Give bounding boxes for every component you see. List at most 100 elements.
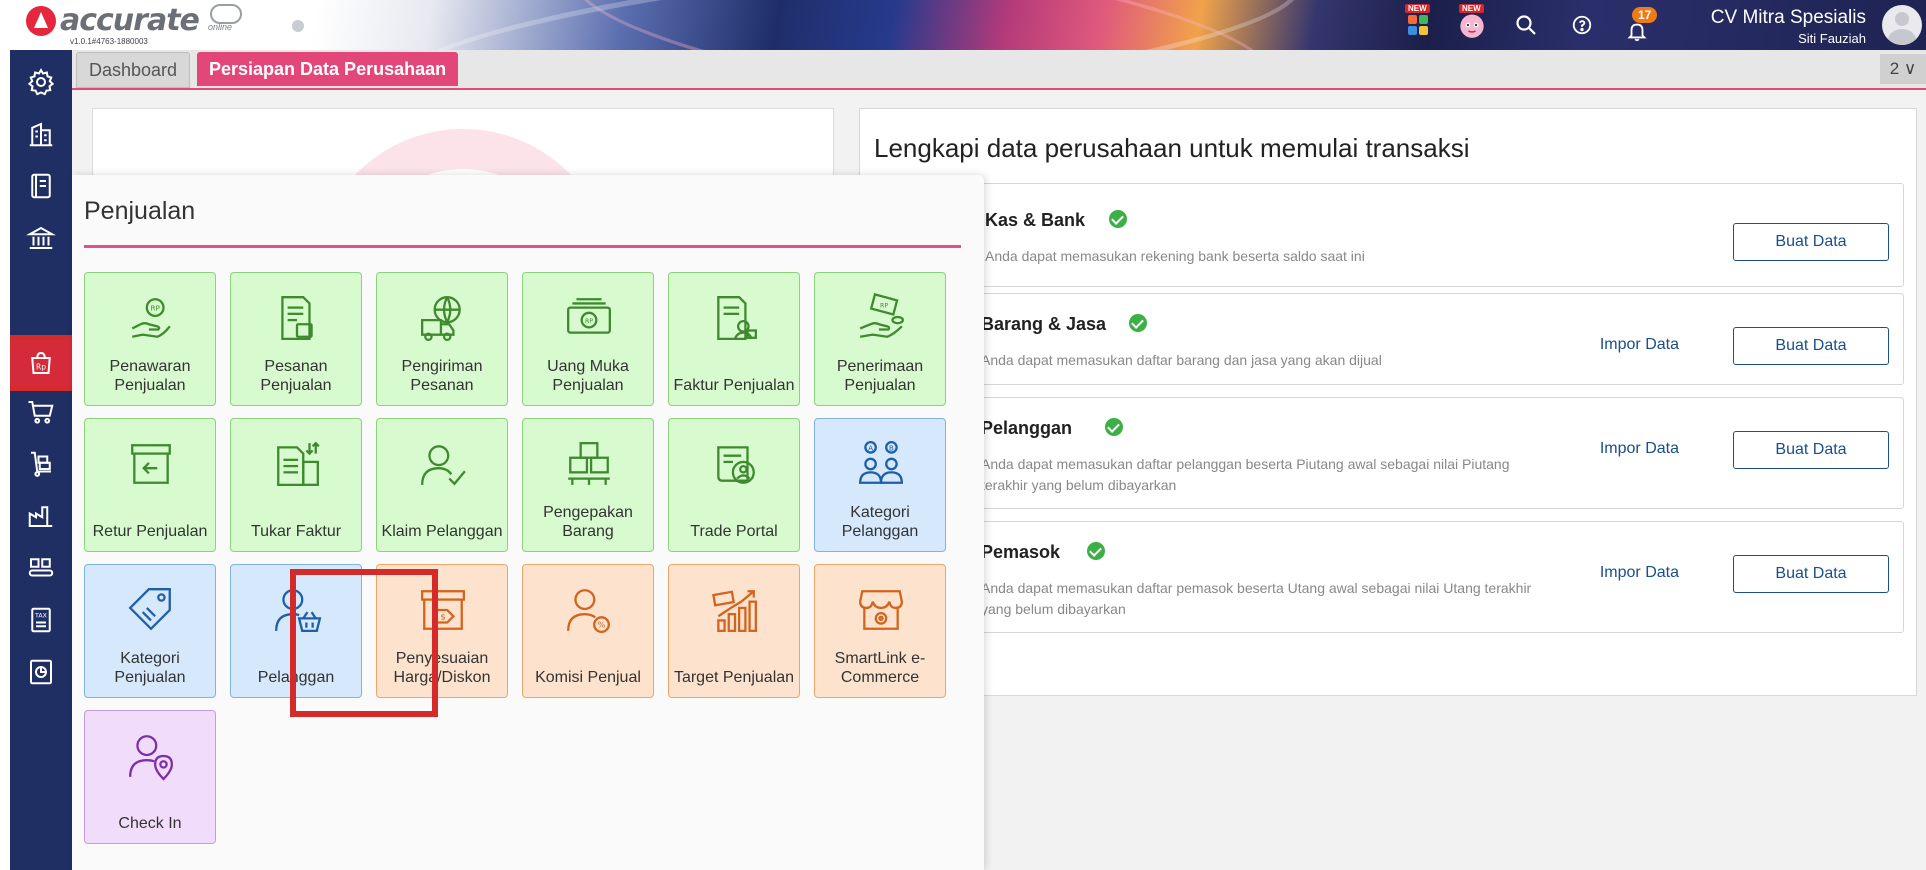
impor-data-button[interactable]: Impor Data [1600,336,1679,354]
tile-kategori-penjualan[interactable]: Kategori Penjualan [84,564,216,698]
tile-label: Pesanan Penjualan [260,358,332,394]
apps-grid-button[interactable]: NEW [1403,4,1433,40]
setup-card-pelanggan: Pelanggan Anda dapat memasukan daftar pe… [874,397,1904,509]
invoice-icon [717,296,757,340]
impor-data-button[interactable]: Impor Data [1600,564,1679,582]
sidebar-item-persediaan[interactable] [10,442,72,486]
setup-card-barang-jasa: Barang & Jasa Anda dapat memasukan dafta… [874,293,1904,385]
card-description: Anda dapat memasukan daftar pelanggan be… [981,456,1510,493]
report-chart-icon [30,659,52,685]
check-circle-icon [1087,542,1105,560]
sales-category-icon [128,588,171,631]
sidebar-item-company[interactable] [10,112,72,156]
tile-label: Trade Portal [690,523,778,540]
tile-label: Faktur Penjualan [673,377,795,394]
ledger-book-icon [31,173,51,199]
tile-klaim-pelanggan[interactable]: Klaim Pelanggan [376,418,508,552]
tile-label: Uang Muka Penjualan [547,358,629,394]
sidebar-item-ledger[interactable] [10,164,72,208]
sidebar-item-bank[interactable] [10,216,72,260]
impor-data-button[interactable]: Impor Data [1600,440,1679,458]
tile-penawaran-penjualan[interactable]: RP Penawaran Penjualan [84,272,216,406]
mascot-icon [1460,14,1484,38]
penjualan-menu: Penjualan RP Penawaran Penjualan Pesanan… [72,175,984,870]
open-tabs-dropdown[interactable]: 2 ∨ [1880,54,1926,84]
check-circle-icon [1105,418,1123,436]
tile-check-in[interactable]: Check In [84,710,216,844]
card-description: Anda dapat memasukan daftar barang dan j… [981,352,1382,368]
tile-tukar-faktur[interactable]: Tukar Faktur [230,418,362,552]
tile-trade-portal[interactable]: Trade Portal [668,418,800,552]
trade-portal-icon [717,446,755,484]
notification-count-badge: 17 [1632,7,1658,23]
building-icon [29,122,53,147]
tile-penerimaan-penjualan[interactable]: RP Penerimaan Penjualan [814,272,946,406]
payment-hand-icon: RP [859,293,905,338]
tile-kategori-pelanggan[interactable]: AB Kategori Pelanggan [814,418,946,552]
tile-smartlink-ecommerce[interactable]: SmartLink e-Commerce [814,564,946,698]
left-sidebar: Rp TAX [10,50,78,870]
svg-text:TAX: TAX [34,613,48,620]
help-icon [1572,15,1592,35]
sidebar-item-aset[interactable] [10,494,72,538]
tile-target-penjualan[interactable]: Target Penjualan [668,564,800,698]
tile-faktur-penjualan[interactable]: Faktur Penjualan [668,272,800,406]
tile-pengiriman-pesanan[interactable]: Pengiriman Pesanan [376,272,508,406]
tile-label: Pengepakan Barang [543,504,633,540]
buat-data-button[interactable]: Buat Data [1733,555,1889,593]
buat-data-button[interactable]: Buat Data [1733,431,1889,469]
help-button[interactable] [1567,10,1597,40]
smartlink-store-icon [859,590,903,630]
tile-label: Kategori Penjualan [114,650,186,686]
tile-label: Penerimaan Penjualan [836,358,924,394]
menu-divider [84,245,961,248]
status-dot [292,20,304,32]
user-avatar[interactable] [1882,5,1922,45]
tile-pengepakan-barang[interactable]: Pengepakan Barang [522,418,654,552]
tile-komisi-penjual[interactable]: % Komisi Penjual [522,564,654,698]
search-button[interactable] [1511,10,1541,40]
tile-label: Pengiriman Pesanan [401,358,483,394]
new-badge: NEW [1459,4,1484,13]
check-circle-icon [1109,210,1127,228]
tile-pesanan-penjualan[interactable]: Pesanan Penjualan [230,272,362,406]
company-info[interactable]: CV Mitra Spesialis Siti Fauziah [1711,7,1866,46]
tax-document-icon: TAX [31,607,51,633]
tile-label: Kategori Pelanggan [841,504,919,540]
check-in-icon [129,735,173,781]
accurate-logo-icon [26,6,56,36]
app-logo[interactable]: accurate [26,6,200,36]
tile-label: Komisi Penjual [535,669,641,686]
buat-data-button[interactable]: Buat Data [1733,223,1889,261]
sidebar-item-pajak[interactable]: TAX [10,598,72,642]
company-name: CV Mitra Spesialis [1710,7,1866,28]
tile-uang-muka-penjualan[interactable]: RP Uang Muka Penjualan [522,272,654,406]
sidebar-item-laporan[interactable] [10,650,72,694]
apps-grid-icon [1408,15,1428,35]
order-doc-icon [281,296,313,340]
app-version: v1.0.1#4763-1880003 [70,37,148,46]
card-title: Pelanggan [981,418,1073,438]
mascot-button[interactable]: NEW [1457,4,1487,40]
sidebar-selection-highlight [10,335,78,391]
buat-data-button[interactable]: Buat Data [1733,327,1889,365]
svg-text:RP: RP [150,304,160,313]
tile-retur-penjualan[interactable]: Retur Penjualan [84,418,216,552]
swap-invoice-icon [277,441,320,486]
tab-persiapan-data[interactable]: Persiapan Data Perusahaan [197,52,459,86]
pelanggan-selection-highlight [290,569,438,717]
svg-text:RP: RP [585,318,593,325]
app-window: accurate online v1.0.1#4763-1880003 NEW … [10,0,1926,870]
check-circle-icon [1129,314,1147,332]
bank-icon [26,226,56,249]
sidebar-item-settings[interactable] [10,60,72,104]
tab-dashboard[interactable]: Dashboard [76,52,191,88]
sidebar-item-manufaktur[interactable] [10,546,72,590]
card-description: Anda dapat memasukan daftar pemasok bese… [981,580,1532,617]
tile-label: Klaim Pelanggan [381,523,503,540]
logo-online-label: online [208,22,233,32]
conveyor-icon [28,558,54,577]
sidebar-item-pembelian[interactable] [10,390,72,434]
card-title: Pemasok [981,542,1061,562]
delivery-truck-icon [421,296,461,342]
